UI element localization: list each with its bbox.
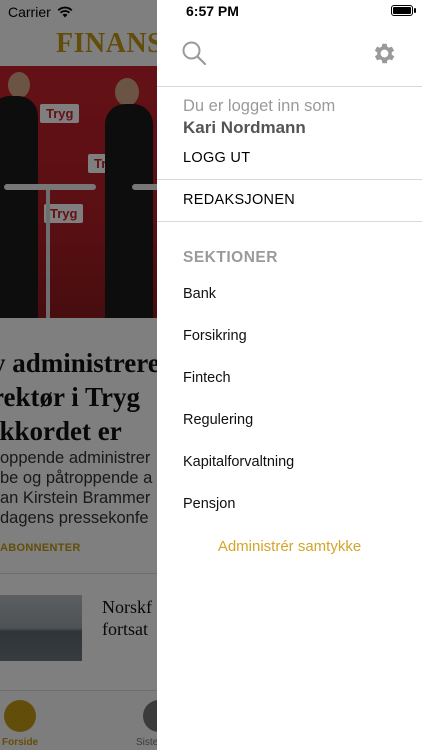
battery-level [393,7,411,14]
editorial-link[interactable]: REDAKSJONEN [183,192,295,208]
gear-icon[interactable] [371,40,398,67]
section-item-bank[interactable]: Bank [183,286,216,302]
section-item-pensjon[interactable]: Pensjon [183,496,235,512]
logged-in-label: Du er logget inn som [183,97,336,115]
status-time: 6:57 PM [186,3,239,19]
manage-consent-link[interactable]: Administrér samtykke [157,538,422,555]
side-menu: 6:57 PM Du er logget inn som Kari Nordma… [157,0,422,750]
sections-heading: SEKTIONER [183,249,278,266]
divider [157,221,422,222]
section-item-kapitalforvaltning[interactable]: Kapitalforvaltning [183,454,294,470]
user-name: Kari Nordmann [183,118,306,137]
section-item-fintech[interactable]: Fintech [183,370,231,386]
divider [157,86,422,87]
section-item-regulering[interactable]: Regulering [183,412,253,428]
section-item-forsikring[interactable]: Forsikring [183,328,247,344]
search-icon[interactable] [181,40,207,66]
logout-button[interactable]: LOGG UT [183,150,250,166]
divider [157,179,422,180]
battery-icon [391,5,416,16]
